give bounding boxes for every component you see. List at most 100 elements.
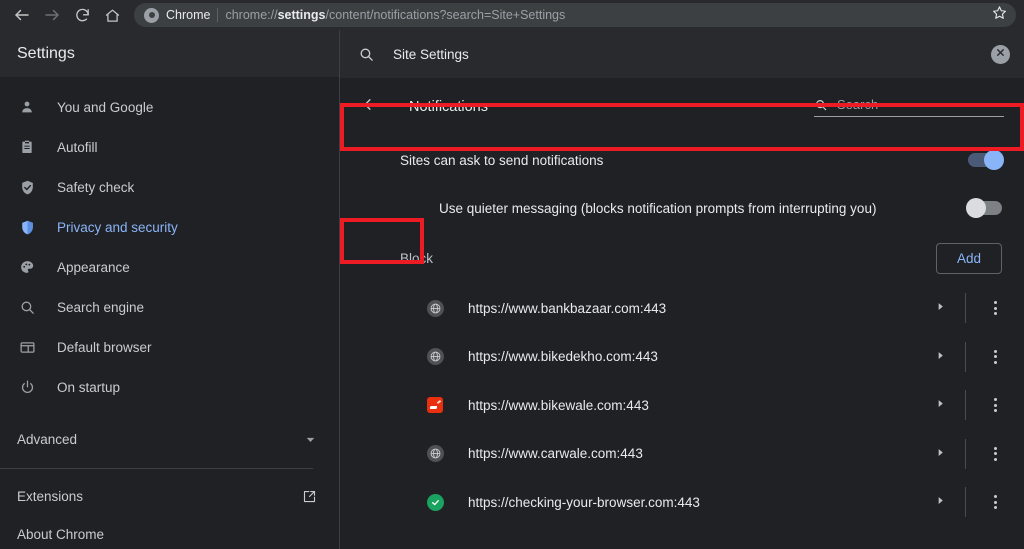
sidebar-title: Settings <box>17 44 75 62</box>
clear-search-button[interactable] <box>991 44 1010 64</box>
sidebar-about-label: About Chrome <box>17 526 105 542</box>
sidebar-item-appearance[interactable]: Appearance <box>0 247 339 287</box>
quieter-messaging-toggle[interactable] <box>966 198 1002 218</box>
star-icon <box>992 5 1007 25</box>
site-url: https://checking-your-browser.com:443 <box>468 494 700 510</box>
block-section-label: Block <box>400 250 434 266</box>
person-icon <box>17 97 37 117</box>
main-panel: Site Settings Notifications Search Sites… <box>340 30 1024 549</box>
site-url: https://www.bikewale.com:443 <box>468 397 649 413</box>
app-body: Settings You and Google Autofill Safety … <box>0 30 1024 549</box>
sidebar-item-default-browser[interactable]: Default browser <box>0 327 339 367</box>
triangle-right-icon <box>935 299 946 317</box>
expand-site-button[interactable] <box>915 445 965 463</box>
power-icon <box>17 377 37 397</box>
globe-icon <box>426 348 444 366</box>
chrome-logo-icon <box>144 7 159 23</box>
sidebar-item-you-and-google[interactable]: You and Google <box>0 87 339 127</box>
browser-window-icon <box>17 337 37 357</box>
forward-button[interactable] <box>38 1 66 29</box>
sidebar-item-label: Appearance <box>57 259 130 275</box>
sidebar-item-about-chrome[interactable]: About Chrome <box>0 519 339 549</box>
sidebar-item-autofill[interactable]: Autofill <box>0 127 339 167</box>
triangle-right-icon <box>935 493 946 511</box>
sidebar-header: Settings <box>0 30 339 78</box>
setting-row-sites-can-ask[interactable]: Sites can ask to send notifications <box>340 136 1024 184</box>
page-title: Notifications <box>409 99 488 115</box>
green-check-favicon <box>426 493 444 511</box>
omnibox-brand-label: Chrome <box>166 8 211 22</box>
expand-site-button[interactable] <box>915 348 965 366</box>
block-section-header: Block Add <box>340 232 1024 284</box>
sidebar-item-label: Default browser <box>57 339 152 355</box>
triangle-right-icon <box>935 396 946 414</box>
back-arrow-icon <box>13 6 31 24</box>
sidebar-item-safety-check[interactable]: Safety check <box>0 167 339 207</box>
bookmark-star-button[interactable] <box>990 6 1008 24</box>
home-icon <box>104 7 121 24</box>
sidebar-item-advanced[interactable]: Advanced <box>0 415 339 462</box>
reload-icon <box>74 7 91 24</box>
site-url: https://www.bankbazaar.com:443 <box>468 300 667 316</box>
toggle-knob <box>966 198 986 218</box>
table-row[interactable]: https://www.carwale.com:443 <box>340 430 1024 479</box>
setting-label: Sites can ask to send notifications <box>400 152 604 168</box>
toggle-knob <box>984 150 1004 170</box>
sidebar-item-label: On startup <box>57 379 121 395</box>
more-vertical-icon[interactable] <box>966 446 1024 461</box>
more-vertical-icon[interactable] <box>966 301 1024 316</box>
settings-search-bar[interactable]: Site Settings <box>340 30 1024 78</box>
sidebar-advanced-label: Advanced <box>17 431 78 447</box>
sidebar-item-label: You and Google <box>57 99 154 115</box>
add-button[interactable]: Add <box>936 242 1002 274</box>
sidebar-divider <box>0 467 313 469</box>
sidebar-item-privacy-and-security[interactable]: Privacy and security <box>0 207 339 247</box>
table-row[interactable]: https://www.bikedekho.com:443 <box>340 333 1024 382</box>
forward-arrow-icon <box>43 6 61 24</box>
expand-site-button[interactable] <box>915 299 965 317</box>
shield-check-icon <box>17 177 37 197</box>
sidebar-item-on-startup[interactable]: On startup <box>0 367 339 407</box>
settings-search-value[interactable]: Site Settings <box>393 47 973 62</box>
bikewale-favicon <box>426 396 444 414</box>
expand-site-button[interactable] <box>915 396 965 414</box>
sidebar-item-label: Safety check <box>57 179 135 195</box>
site-url: https://www.carwale.com:443 <box>468 446 643 462</box>
back-button[interactable] <box>8 1 36 29</box>
sidebar-item-label: Privacy and security <box>57 219 178 235</box>
more-vertical-icon[interactable] <box>966 349 1024 364</box>
sidebar-item-search-engine[interactable]: Search engine <box>0 287 339 327</box>
shield-icon <box>17 217 37 237</box>
close-circle-icon <box>995 45 1006 63</box>
triangle-right-icon <box>935 445 946 463</box>
sidebar-item-extensions[interactable]: Extensions <box>0 474 339 519</box>
reload-button[interactable] <box>68 1 96 29</box>
page-back-button[interactable] <box>362 95 381 119</box>
expand-site-button[interactable] <box>915 493 965 511</box>
more-vertical-icon[interactable] <box>966 495 1024 510</box>
sidebar-item-label: Autofill <box>57 139 98 155</box>
address-bar[interactable]: Chrome chrome://settings/content/notific… <box>134 3 1016 27</box>
setting-row-quieter-messaging[interactable]: Use quieter messaging (blocks notificati… <box>340 184 1024 232</box>
palette-icon <box>17 257 37 277</box>
table-row[interactable]: https://checking-your-browser.com:443 <box>340 478 1024 527</box>
table-row[interactable]: https://www.bikewale.com:443 <box>340 381 1024 430</box>
globe-icon <box>426 445 444 463</box>
omnibox-divider <box>217 8 219 22</box>
back-arrow-icon <box>362 95 381 119</box>
notifications-search-input[interactable]: Search <box>814 97 1004 117</box>
search-icon <box>17 297 37 317</box>
home-button[interactable] <box>98 1 126 29</box>
browser-toolbar: Chrome chrome://settings/content/notific… <box>0 0 1024 30</box>
sidebar-extensions-label: Extensions <box>17 489 84 505</box>
search-icon <box>358 46 375 63</box>
sidebar-item-label: Search engine <box>57 299 145 315</box>
more-vertical-icon[interactable] <box>966 398 1024 413</box>
search-icon <box>814 98 828 112</box>
search-placeholder: Search <box>837 97 879 112</box>
globe-icon <box>426 299 444 317</box>
external-link-icon <box>302 489 317 504</box>
sites-can-ask-toggle[interactable] <box>968 150 1004 170</box>
settings-sidebar: Settings You and Google Autofill Safety … <box>0 30 340 549</box>
table-row[interactable]: https://www.bankbazaar.com:443 <box>340 284 1024 333</box>
